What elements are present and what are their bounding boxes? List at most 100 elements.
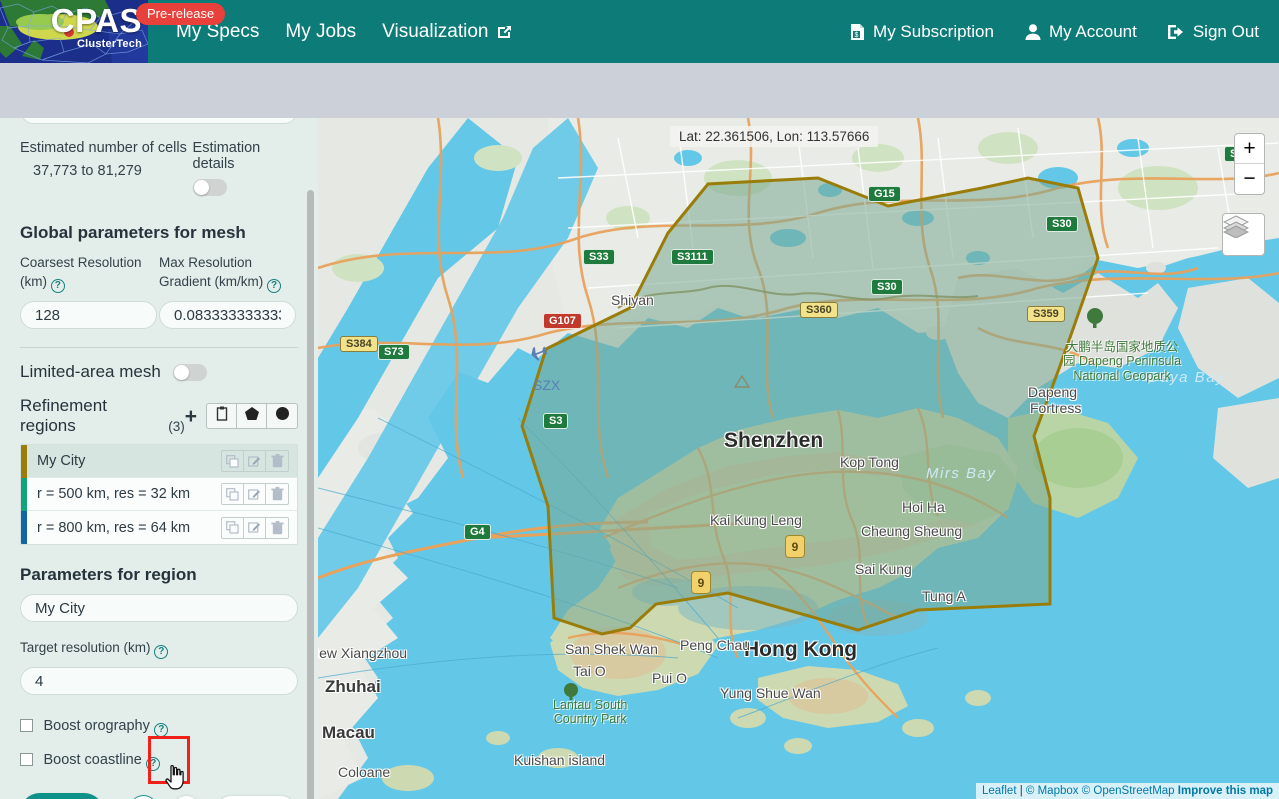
rectangle-shape-button[interactable] bbox=[207, 404, 237, 428]
region-parameters-title: Parameters for region bbox=[20, 565, 197, 584]
region-name: r = 800 km, res = 64 km bbox=[37, 519, 191, 536]
nav-right-links: $ My Subscription My Account Sign Out bbox=[849, 22, 1279, 42]
sidebar-scroll-content: Estimated number of cells 37,773 to 81,2… bbox=[0, 118, 318, 799]
refinement-regions-count: (3) bbox=[168, 419, 185, 434]
attribution-leaflet[interactable]: Leaflet bbox=[982, 785, 1017, 797]
coarsest-resolution-unit: (km) bbox=[20, 274, 47, 289]
refinement-regions-list: My City r = 500 km, res = 32 km r = 800 … bbox=[20, 444, 298, 545]
sign-out-icon bbox=[1167, 23, 1186, 41]
user-icon bbox=[1024, 23, 1042, 41]
add-region-button[interactable]: + bbox=[185, 406, 197, 427]
nav-link-label: Visualization bbox=[382, 20, 489, 42]
logo-mesh-graphic bbox=[0, 0, 148, 63]
region-list-item[interactable]: r = 500 km, res = 32 km bbox=[21, 477, 297, 511]
toggle-knob bbox=[193, 180, 209, 195]
zoom-out-button[interactable]: − bbox=[1235, 164, 1264, 194]
copy-region-button[interactable] bbox=[222, 517, 244, 538]
mesh-customization-panel: Estimated number of cells 37,773 to 81,2… bbox=[0, 118, 318, 799]
boost-coastline-label: Boost coastline bbox=[43, 752, 142, 768]
coarsest-resolution-label: Coarsest Resolution bbox=[20, 255, 142, 270]
estimation-details-toggle[interactable] bbox=[192, 179, 227, 196]
download-button[interactable] bbox=[171, 795, 203, 799]
pentagon-icon bbox=[244, 406, 260, 426]
help-icon[interactable]: ? bbox=[50, 279, 65, 293]
edit-region-button[interactable] bbox=[244, 451, 266, 471]
copy-region-button[interactable] bbox=[222, 484, 244, 504]
nav-link-label: My Account bbox=[1048, 21, 1137, 41]
delete-region-button[interactable] bbox=[266, 451, 288, 471]
map-tiles bbox=[318, 118, 1279, 799]
global-parameters-title: Global parameters for mesh bbox=[20, 223, 246, 242]
help-icon[interactable]: ? bbox=[267, 279, 282, 293]
copy-region-button[interactable] bbox=[222, 451, 244, 471]
map-attribution: Leaflet | © Mapbox © OpenStreetMap Impro… bbox=[976, 783, 1279, 799]
attribution-mapbox[interactable]: © Mapbox bbox=[1026, 785, 1079, 797]
region-name-input[interactable] bbox=[20, 594, 298, 622]
mesh-name-input[interactable] bbox=[20, 118, 298, 124]
target-resolution-label: Target resolution (km) bbox=[20, 640, 151, 655]
rectangle-icon bbox=[216, 406, 228, 426]
map-layers-button[interactable] bbox=[1222, 213, 1265, 256]
help-icon[interactable]: ? bbox=[146, 757, 161, 771]
region-list-item[interactable]: My City bbox=[21, 445, 297, 478]
max-gradient-label: Max Resolution bbox=[159, 255, 253, 270]
limited-area-mesh-toggle[interactable] bbox=[172, 363, 207, 381]
attribution-osm[interactable]: © OpenStreetMap bbox=[1082, 785, 1175, 797]
nav-link-my-jobs[interactable]: My Jobs bbox=[285, 21, 356, 43]
preview-button[interactable]: Preview bbox=[20, 793, 104, 799]
coarsest-resolution-input[interactable] bbox=[20, 301, 157, 329]
max-gradient-unit: Gradient (km/km) bbox=[159, 274, 264, 289]
nav-link-visualization[interactable]: Visualization bbox=[382, 21, 511, 43]
svg-text:$: $ bbox=[855, 32, 859, 39]
estimated-cells-label: Estimated number of cells bbox=[20, 140, 187, 156]
region-actions bbox=[221, 483, 289, 505]
nav-link-sign-out[interactable]: Sign Out bbox=[1167, 22, 1259, 42]
help-icon[interactable]: ? bbox=[154, 645, 169, 659]
zoom-in-button[interactable]: + bbox=[1235, 134, 1264, 164]
app-root: CPAS ClusterTech Pre-release My Specs My… bbox=[0, 0, 1279, 799]
region-actions bbox=[221, 450, 289, 472]
app-logo[interactable]: CPAS ClusterTech bbox=[0, 0, 148, 63]
delete-region-button[interactable] bbox=[266, 484, 288, 504]
max-gradient-input[interactable] bbox=[159, 301, 296, 329]
edit-region-button[interactable] bbox=[244, 484, 266, 504]
estimation-details-label: Estimation details bbox=[192, 140, 261, 172]
pentagon-shape-button[interactable] bbox=[237, 404, 267, 428]
save-button[interactable] bbox=[127, 795, 160, 799]
nav-link-label: My Jobs bbox=[285, 20, 357, 42]
top-navbar: CPAS ClusterTech Pre-release My Specs My… bbox=[0, 0, 1279, 63]
target-resolution-input[interactable] bbox=[20, 667, 298, 695]
prerelease-badge: Pre-release bbox=[136, 3, 226, 25]
toggle-knob bbox=[173, 364, 189, 380]
refinement-regions-label: Refinement regions bbox=[20, 396, 107, 435]
limited-area-mesh-label: Limited-area mesh bbox=[20, 362, 161, 381]
region-actions bbox=[221, 516, 289, 539]
nav-link-my-subscription[interactable]: $ My Subscription bbox=[849, 22, 994, 42]
nav-link-my-account[interactable]: My Account bbox=[1024, 22, 1137, 42]
region-name: My City bbox=[37, 453, 86, 469]
nav-links: My Specs My Jobs Visualization bbox=[176, 21, 512, 43]
region-name: r = 500 km, res = 32 km bbox=[37, 486, 191, 502]
section-divider bbox=[20, 347, 298, 348]
attribution-improve-link[interactable]: Improve this map bbox=[1178, 785, 1273, 797]
nav-link-label: My Subscription bbox=[873, 21, 994, 41]
invoice-icon: $ bbox=[849, 23, 866, 41]
boost-orography-checkbox[interactable] bbox=[20, 719, 33, 732]
circle-icon bbox=[275, 406, 290, 426]
region-list-item[interactable]: r = 800 km, res = 64 km bbox=[21, 511, 297, 544]
delete-region-button[interactable] bbox=[266, 518, 288, 538]
external-link-icon bbox=[496, 24, 512, 40]
edit-region-button[interactable] bbox=[244, 517, 266, 538]
nav-link-label: Sign Out bbox=[1192, 21, 1259, 41]
boost-orography-label: Boost orography bbox=[43, 718, 150, 734]
estimated-cells-value: 37,773 to 81,279 bbox=[33, 163, 142, 179]
circle-shape-button[interactable] bbox=[267, 404, 297, 428]
boost-coastline-checkbox[interactable] bbox=[20, 753, 33, 766]
map-zoom-controls: + − bbox=[1234, 133, 1265, 195]
attribution-separator: | bbox=[1016, 785, 1026, 797]
help-icon[interactable]: ? bbox=[154, 723, 169, 737]
shape-tool-group bbox=[206, 403, 298, 429]
map-canvas[interactable]: Lat: 22.361506, Lon: 113.57666 + − Shenz… bbox=[318, 118, 1279, 799]
sidebar-scrollbar[interactable] bbox=[307, 190, 314, 799]
reset-button[interactable]: Reset bbox=[214, 795, 298, 799]
